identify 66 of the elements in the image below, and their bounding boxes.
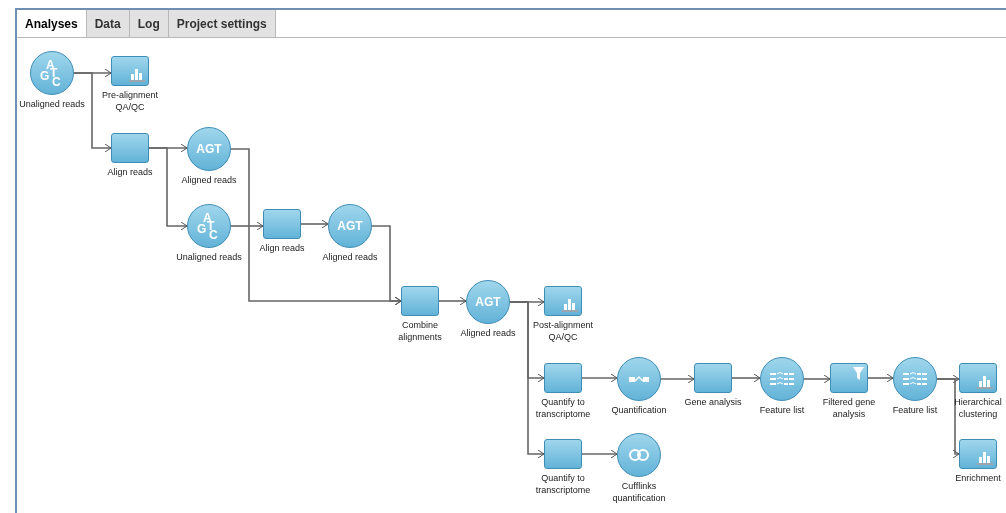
quantification-icon — [629, 375, 649, 383]
nucleotide-letter: G — [197, 223, 207, 235]
data-node[interactable]: AGT — [187, 127, 231, 171]
data-node[interactable]: A GT C — [187, 204, 231, 248]
node-label: Aligned reads — [321, 251, 379, 263]
bar-chart-icon — [977, 450, 993, 465]
data-node[interactable] — [893, 357, 937, 401]
node-label: Aligned reads — [180, 174, 238, 186]
nucleotide-letter: G — [40, 70, 50, 82]
connector-arrow — [581, 449, 618, 459]
node-label: Cufflinks quantification — [611, 480, 667, 504]
connector-arrow — [867, 373, 894, 383]
data-node[interactable] — [617, 433, 661, 477]
task-node[interactable] — [959, 363, 997, 393]
task-node[interactable] — [544, 363, 582, 393]
task-node[interactable] — [694, 363, 732, 393]
feature-list-icon — [770, 372, 794, 386]
tab[interactable]: Project settings — [168, 10, 276, 37]
task-node[interactable] — [263, 209, 301, 239]
node-label: Gene analysis — [683, 396, 743, 408]
tab[interactable]: Log — [129, 10, 169, 37]
node-label: Combine alignments — [397, 319, 443, 343]
tab[interactable]: Data — [86, 10, 130, 37]
task-node[interactable] — [830, 363, 868, 393]
feature-list-icon — [903, 372, 927, 386]
bar-chart-icon — [129, 67, 145, 82]
data-node[interactable] — [760, 357, 804, 401]
node-label: Feature list — [758, 404, 806, 416]
task-node[interactable] — [544, 439, 582, 469]
node-label: Post-alignment QA/QC — [532, 319, 594, 343]
node-label: Quantification — [610, 404, 668, 416]
task-node[interactable] — [111, 56, 149, 86]
node-label: Align reads — [106, 166, 154, 178]
node-label: Unaligned reads — [18, 98, 86, 110]
node-label: Enrichment — [954, 472, 1002, 484]
connector-arrow — [660, 374, 695, 384]
nucleotide-label: AGT — [475, 296, 501, 308]
data-node[interactable]: AGT — [328, 204, 372, 248]
filter-icon — [853, 367, 864, 380]
connector-arrow — [731, 373, 761, 383]
nucleotide-label: AGT — [337, 220, 363, 232]
nucleotide-label: AGT — [196, 143, 222, 155]
nucleotide-letter: C — [52, 76, 61, 88]
bar-chart-icon — [977, 374, 993, 389]
task-node[interactable] — [959, 439, 997, 469]
node-label: Filtered gene analysis — [821, 396, 877, 420]
connector-arrow — [581, 373, 618, 383]
node-label: Feature list — [891, 404, 939, 416]
nucleotide-letter: C — [209, 229, 218, 241]
bar-chart-icon — [562, 297, 578, 312]
connector-arrow — [803, 374, 831, 384]
node-label: Pre-alignment QA/QC — [101, 89, 159, 113]
task-node[interactable] — [401, 286, 439, 316]
node-label: Quantify to transcriptome — [534, 472, 592, 496]
data-node[interactable]: A GT C — [30, 51, 74, 95]
node-label: Aligned reads — [459, 327, 517, 339]
data-node[interactable]: AGT — [466, 280, 510, 324]
task-node[interactable] — [111, 133, 149, 163]
task-node[interactable] — [544, 286, 582, 316]
node-label: Quantify to transcriptome — [534, 396, 592, 420]
node-label: Hierarchical clustering — [953, 396, 1003, 420]
link-icon — [629, 449, 649, 461]
node-label: Align reads — [258, 242, 306, 254]
connector-arrow — [438, 296, 467, 306]
node-label: Unaligned reads — [175, 251, 243, 263]
data-node[interactable] — [617, 357, 661, 401]
